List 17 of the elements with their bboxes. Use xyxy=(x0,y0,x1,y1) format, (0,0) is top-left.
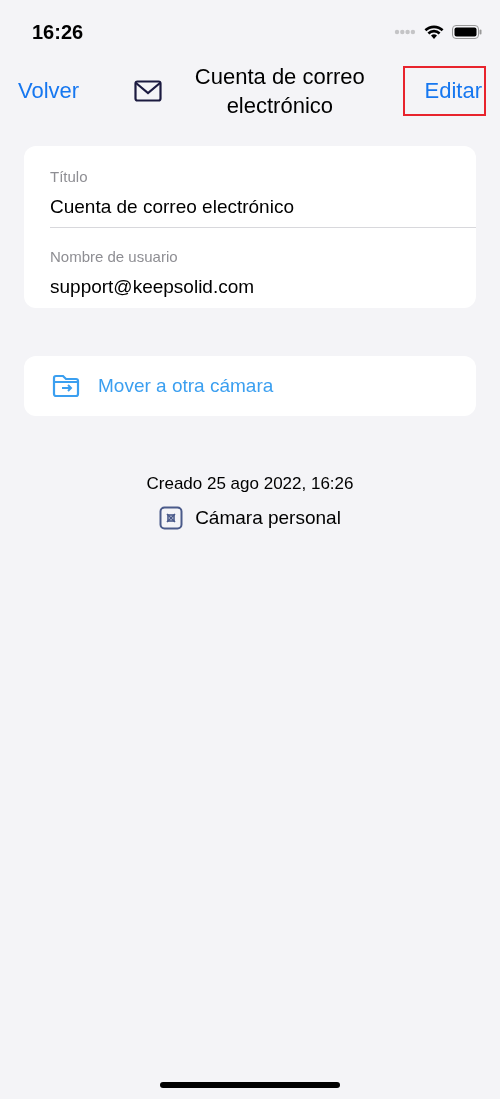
folder-arrow-icon xyxy=(52,374,80,398)
field-value: Cuenta de correo electrónico xyxy=(50,196,295,218)
field-value: support@keepsolid.com xyxy=(50,276,256,298)
wifi-icon xyxy=(424,24,444,40)
envelope-icon xyxy=(133,80,162,102)
vault-name: Cámara personal xyxy=(195,507,341,529)
move-button[interactable]: Mover a otra cámara xyxy=(24,356,476,416)
page-title: Cuenta de correo electrónico xyxy=(193,63,366,120)
created-date: Creado 25 ago 2022, 16:26 xyxy=(146,474,354,494)
edit-button[interactable]: Editar xyxy=(402,66,486,116)
vault-icon xyxy=(159,506,184,530)
back-button[interactable]: Volver xyxy=(18,72,80,110)
battery-icon xyxy=(452,25,482,39)
field-label: Nombre de usuario xyxy=(50,248,179,265)
signal-icon xyxy=(394,29,416,35)
status-time: 16:26 xyxy=(32,20,84,44)
field-label: Título xyxy=(50,168,89,185)
